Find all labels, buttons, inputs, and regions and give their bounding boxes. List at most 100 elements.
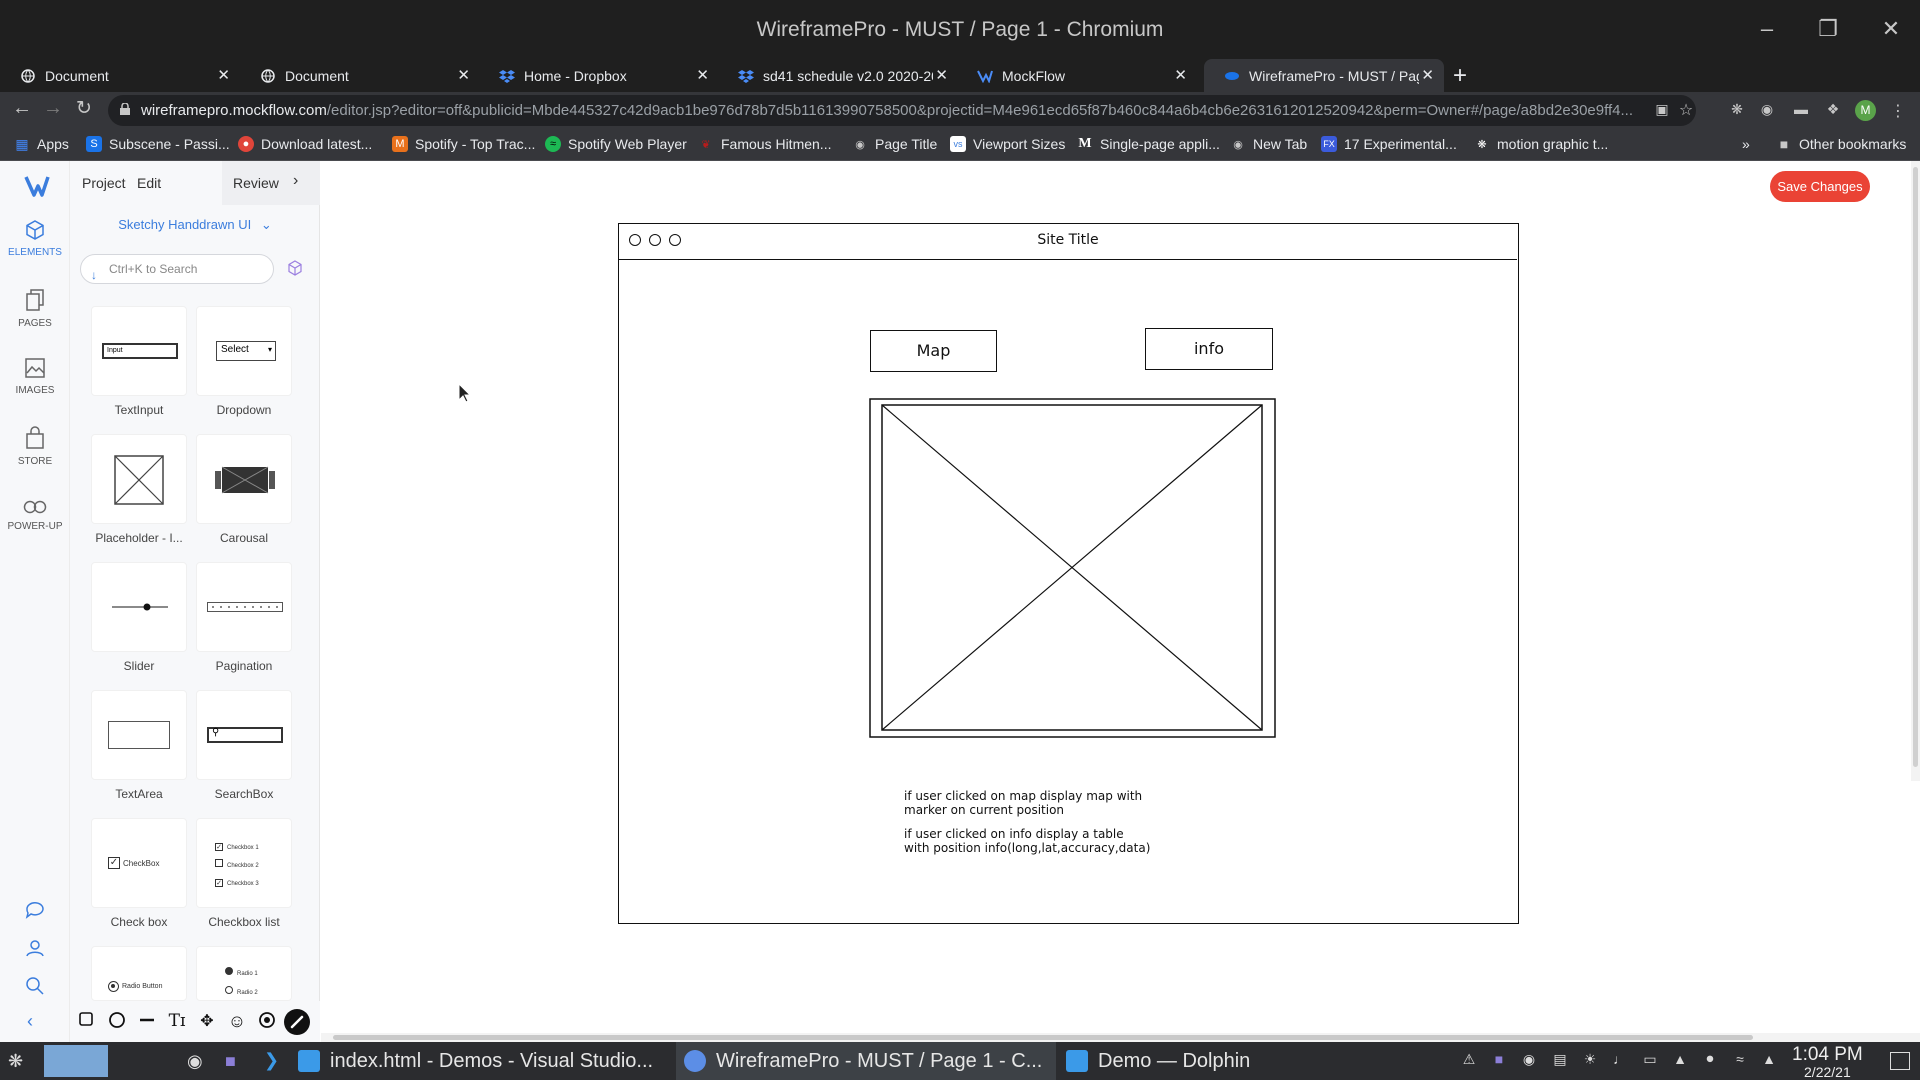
element-radio-list[interactable]: Radio 1 Radio 2 [196,946,292,1001]
close-icon[interactable]: ✕ [217,66,230,84]
element-textarea[interactable] [91,690,187,780]
element-searchbox[interactable]: ⚲ [196,690,292,780]
element-dropdown[interactable]: Select ▾ [196,306,292,396]
text-tool-icon[interactable]: Tɪ [166,1011,188,1033]
bookmark-star-icon[interactable]: ☆ [1677,100,1695,119]
tab-document-1[interactable]: Document ✕ [0,59,240,92]
desktop-pager[interactable] [44,1045,108,1077]
clock[interactable]: 1:04 PM 2/22/21 [1792,1044,1863,1080]
show-desktop-icon[interactable] [1890,1052,1910,1070]
teams-icon[interactable]: ■ [225,1051,236,1072]
close-icon[interactable]: ✕ [696,66,709,84]
line-tool-icon[interactable] [136,1011,158,1033]
usb-icon[interactable]: ▲ [1671,1051,1689,1069]
new-tab-button[interactable]: + [1453,62,1467,90]
bookmark-new-tab[interactable]: ◉ New Tab [1230,136,1307,152]
kebab-menu-icon[interactable]: ⋮ [1889,101,1907,120]
bookmark-download-latest[interactable]: ● Download latest... [238,136,372,152]
collaborators-icon[interactable] [25,938,45,958]
circle-tool-icon[interactable] [106,1011,128,1033]
avatar[interactable]: M [1855,100,1876,121]
element-checkbox-list[interactable]: ✓ Checkbox 1 Checkbox 2 ✓ Checkbox 3 [196,818,292,908]
rail-power-up[interactable]: POWER-UP [0,499,70,532]
emoji-tool-icon[interactable]: ☺ [226,1011,248,1033]
menu-edit[interactable]: Edit [137,175,161,191]
wireframe-image-placeholder[interactable] [869,398,1276,738]
tray-icon[interactable]: ◉ [1520,1051,1538,1069]
back-arrow-icon[interactable]: ← [12,97,32,120]
extension-icon[interactable]: ◉ [1758,101,1776,119]
pen-tool-icon[interactable] [284,1009,310,1035]
rail-store[interactable]: STORE [0,426,70,467]
tray-expand-icon[interactable]: ▲ [1760,1051,1778,1069]
extension-icon[interactable]: ▬ [1792,101,1810,119]
wifi-icon[interactable]: ≈ [1731,1051,1749,1069]
element-pagination[interactable] [196,562,292,652]
bookmark-spotify-web[interactable]: ≈ Spotify Web Player [545,136,687,152]
volume-icon[interactable]: ♩ [1611,1051,1629,1069]
close-window-button[interactable]: ✕ [1876,14,1906,44]
rectangle-tool-icon[interactable] [75,1011,97,1033]
horizontal-scrollbar[interactable] [321,1033,1920,1042]
tab-dropbox-home[interactable]: Home - Dropbox ✕ [479,59,719,92]
canvas-area[interactable]: Save Changes Site Title Map info if user… [321,161,1920,1042]
wireframe-browser-frame[interactable]: Site Title Map info if user clicked on m… [618,223,1519,924]
forward-arrow-icon[interactable]: → [43,97,63,120]
reload-icon[interactable]: ↻ [76,97,92,120]
review-button[interactable]: Review › [222,161,320,205]
taskbar-vscode[interactable]: index.html - Demos - Visual Studio... [298,1042,670,1080]
element-slider[interactable] [91,562,187,652]
teams-tray-icon[interactable]: ■ [1490,1051,1508,1069]
target-tool-icon[interactable] [256,1011,278,1033]
bookmark-apps[interactable]: ▦ Apps [14,136,69,153]
maximize-button[interactable]: ❐ [1813,14,1843,44]
close-icon[interactable]: ✕ [1174,66,1187,84]
close-icon[interactable]: ✕ [935,66,948,84]
element-carousal[interactable] [196,434,292,524]
zoom-icon[interactable] [25,976,45,996]
notifications-icon[interactable]: ⚠ [1460,1051,1478,1069]
menu-project[interactable]: Project [82,175,126,191]
bookmark-famous-hitmen[interactable]: ❦ Famous Hitmen... [698,136,831,152]
theme-selector[interactable]: Sketchy Handdrawn UI ⌄ [70,217,320,233]
wireframe-info-button[interactable]: info [1145,328,1273,370]
move-tool-icon[interactable]: ✥ [196,1011,218,1033]
cube-icon[interactable] [286,259,304,277]
address-bar[interactable]: wireframepro.mockflow.com/editor.jsp?edi… [108,95,1696,126]
element-checkbox[interactable]: ✓ CheckBox [91,818,187,908]
close-icon[interactable]: ✕ [1421,66,1434,84]
bookmark-subscene[interactable]: S Subscene - Passi... [86,136,230,152]
wireframe-map-button[interactable]: Map [870,330,997,372]
tab-wireframepro[interactable]: WireframePro - MUST / Page ✕ [1204,59,1444,92]
close-icon[interactable]: ✕ [457,66,470,84]
app-launcher-icon[interactable]: ❋ [8,1051,23,1072]
bookmark-single-page[interactable]: M Single-page appli... [1077,136,1219,152]
bookmark-17-experimental[interactable]: FX 17 Experimental... [1321,136,1457,152]
save-changes-button[interactable]: Save Changes [1770,171,1870,202]
puzzle-icon[interactable]: ❖ [1824,101,1842,119]
microphone-icon[interactable]: ⚫ [1701,1051,1719,1069]
cast-icon[interactable]: ▣ [1653,101,1671,119]
collapse-chevron-icon[interactable]: ‹ [27,1011,33,1032]
url-text[interactable]: wireframepro.mockflow.com/editor.jsp?edi… [141,102,1641,119]
element-textinput[interactable]: Input [91,306,187,396]
bulb-icon[interactable]: ☀ [1581,1051,1599,1069]
rail-pages[interactable]: PAGES [0,288,70,329]
bookmark-page-title[interactable]: ◉ Page Title [852,136,937,152]
tab-sd41-schedule[interactable]: sd41 schedule v2.0 2020-2021 ✕ [718,59,958,92]
bookmark-viewport-sizes[interactable]: vs Viewport Sizes [950,136,1065,152]
vscode-launcher-icon[interactable]: ❯ [264,1050,279,1071]
taskbar-dolphin[interactable]: Demo — Dolphin [1066,1042,1266,1080]
element-radio-button[interactable]: Radio Button [91,946,187,1001]
tab-document-2[interactable]: Document ✕ [240,59,480,92]
obs-icon[interactable]: ◉ [187,1051,203,1072]
bookmark-spotify-top[interactable]: M Spotify - Top Trac... [392,136,535,152]
clipboard-icon[interactable]: ▤ [1551,1051,1569,1069]
bookmark-other-bookmarks[interactable]: ■ Other bookmarks [1776,136,1907,152]
extension-icon[interactable]: ❋ [1728,101,1746,119]
search-input[interactable]: ↓ Ctrl+K to Search [80,254,274,284]
battery-icon[interactable]: ▭ [1641,1051,1659,1069]
vertical-scrollbar[interactable] [1911,161,1920,781]
element-placeholder[interactable] [91,434,187,524]
bookmarks-overflow-chevron-icon[interactable]: » [1742,136,1750,152]
